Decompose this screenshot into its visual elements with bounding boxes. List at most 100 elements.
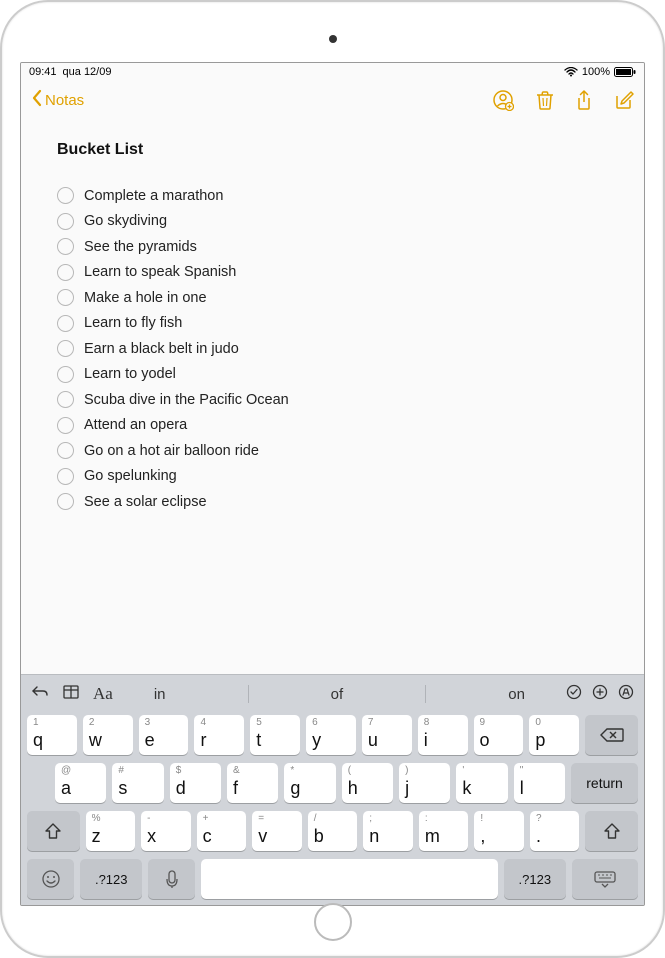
check-item-label[interactable]: See a solar eclipse — [84, 494, 207, 510]
key-label: k — [462, 778, 471, 799]
key-t[interactable]: 5t — [250, 715, 300, 755]
table-icon[interactable] — [63, 685, 79, 704]
format-icon[interactable]: Aa — [93, 684, 113, 704]
key-e[interactable]: 3e — [139, 715, 189, 755]
key-.[interactable]: ?. — [530, 811, 580, 851]
add-attachment-icon[interactable] — [592, 684, 608, 705]
key-y[interactable]: 6y — [306, 715, 356, 755]
key-b[interactable]: /b — [308, 811, 358, 851]
check-item[interactable]: Make a hole in one — [57, 285, 608, 311]
undo-icon[interactable] — [31, 685, 49, 704]
checklist-icon[interactable] — [566, 684, 582, 705]
checklist: Complete a marathon Go skydiving See the p… — [57, 183, 608, 515]
emoji-key[interactable] — [27, 859, 74, 899]
note-title[interactable]: Bucket List — [57, 141, 608, 159]
check-item[interactable]: See a solar eclipse — [57, 489, 608, 515]
key-f[interactable]: &f — [227, 763, 278, 803]
key-label: y — [312, 730, 321, 751]
mic-key[interactable] — [148, 859, 195, 899]
numsym-key-right[interactable]: .?123 — [504, 859, 566, 899]
check-circle-icon[interactable] — [57, 213, 74, 230]
check-item[interactable]: Learn to fly fish — [57, 311, 608, 337]
key-,[interactable]: !, — [474, 811, 524, 851]
check-circle-icon[interactable] — [57, 442, 74, 459]
key-label: f — [233, 778, 238, 799]
share-icon[interactable] — [576, 90, 592, 110]
key-h[interactable]: (h — [342, 763, 393, 803]
home-button[interactable] — [314, 903, 352, 941]
key-g[interactable]: *g — [284, 763, 335, 803]
key-s[interactable]: #s — [112, 763, 163, 803]
check-item-label[interactable]: Earn a black belt in judo — [84, 341, 239, 357]
add-person-icon[interactable] — [492, 89, 514, 111]
suggestion-1[interactable]: in — [154, 686, 166, 703]
key-alt-label: " — [520, 765, 524, 776]
check-item-label[interactable]: See the pyramids — [84, 239, 197, 255]
check-item[interactable]: Earn a black belt in judo — [57, 336, 608, 362]
back-button[interactable]: Notas — [31, 89, 84, 111]
key-d[interactable]: $d — [170, 763, 221, 803]
check-circle-icon[interactable] — [57, 238, 74, 255]
key-label: return — [586, 775, 623, 791]
check-circle-icon[interactable] — [57, 417, 74, 434]
check-item[interactable]: See the pyramids — [57, 234, 608, 260]
return-key[interactable]: return — [571, 763, 638, 803]
check-circle-icon[interactable] — [57, 340, 74, 357]
trash-icon[interactable] — [536, 90, 554, 110]
check-item[interactable]: Go on a hot air balloon ride — [57, 438, 608, 464]
check-item[interactable]: Attend an opera — [57, 413, 608, 439]
key-p[interactable]: 0p — [529, 715, 579, 755]
shift-key-right[interactable] — [585, 811, 638, 851]
suggestion-2[interactable]: of — [331, 686, 344, 703]
check-item-label[interactable]: Learn to yodel — [84, 366, 176, 382]
compose-icon[interactable] — [614, 90, 634, 110]
key-k[interactable]: 'k — [456, 763, 507, 803]
key-v[interactable]: =v — [252, 811, 302, 851]
key-c[interactable]: +c — [197, 811, 247, 851]
suggestion-3[interactable]: on — [508, 686, 525, 703]
key-o[interactable]: 9o — [474, 715, 524, 755]
key-j[interactable]: )j — [399, 763, 450, 803]
check-item[interactable]: Complete a marathon — [57, 183, 608, 209]
shift-key[interactable] — [27, 811, 80, 851]
check-item-label[interactable]: Learn to speak Spanish — [84, 264, 236, 280]
check-item-label[interactable]: Make a hole in one — [84, 290, 207, 306]
key-u[interactable]: 7u — [362, 715, 412, 755]
check-circle-icon[interactable] — [57, 187, 74, 204]
key-l[interactable]: "l — [514, 763, 565, 803]
key-w[interactable]: 2w — [83, 715, 133, 755]
backspace-key[interactable] — [585, 715, 638, 755]
check-circle-icon[interactable] — [57, 468, 74, 485]
check-circle-icon[interactable] — [57, 315, 74, 332]
key-a[interactable]: @a — [55, 763, 106, 803]
hide-keyboard-key[interactable] — [572, 859, 638, 899]
space-key[interactable] — [201, 859, 498, 899]
check-item[interactable]: Learn to yodel — [57, 362, 608, 388]
check-item-label[interactable]: Learn to fly fish — [84, 315, 182, 331]
check-circle-icon[interactable] — [57, 264, 74, 281]
check-item-label[interactable]: Go skydiving — [84, 213, 167, 229]
check-item[interactable]: Scuba dive in the Pacific Ocean — [57, 387, 608, 413]
check-item-label[interactable]: Scuba dive in the Pacific Ocean — [84, 392, 289, 408]
check-circle-icon[interactable] — [57, 391, 74, 408]
key-r[interactable]: 4r — [194, 715, 244, 755]
key-x[interactable]: -x — [141, 811, 191, 851]
check-item[interactable]: Learn to speak Spanish — [57, 260, 608, 286]
key-i[interactable]: 8i — [418, 715, 468, 755]
key-n[interactable]: ;n — [363, 811, 413, 851]
key-m[interactable]: :m — [419, 811, 469, 851]
check-item-label[interactable]: Go on a hot air balloon ride — [84, 443, 259, 459]
key-z[interactable]: %z — [86, 811, 136, 851]
check-item-label[interactable]: Complete a marathon — [84, 188, 223, 204]
key-q[interactable]: 1q — [27, 715, 77, 755]
numsym-key[interactable]: .?123 — [80, 859, 142, 899]
check-circle-icon[interactable] — [57, 289, 74, 306]
check-circle-icon[interactable] — [57, 493, 74, 510]
check-item[interactable]: Go spelunking — [57, 464, 608, 490]
check-item-label[interactable]: Attend an opera — [84, 417, 187, 433]
markup-icon[interactable] — [618, 684, 634, 705]
check-item[interactable]: Go skydiving — [57, 209, 608, 235]
check-item-label[interactable]: Go spelunking — [84, 468, 177, 484]
note-body[interactable]: Bucket List Complete a marathon Go skydiv… — [21, 119, 644, 674]
check-circle-icon[interactable] — [57, 366, 74, 383]
